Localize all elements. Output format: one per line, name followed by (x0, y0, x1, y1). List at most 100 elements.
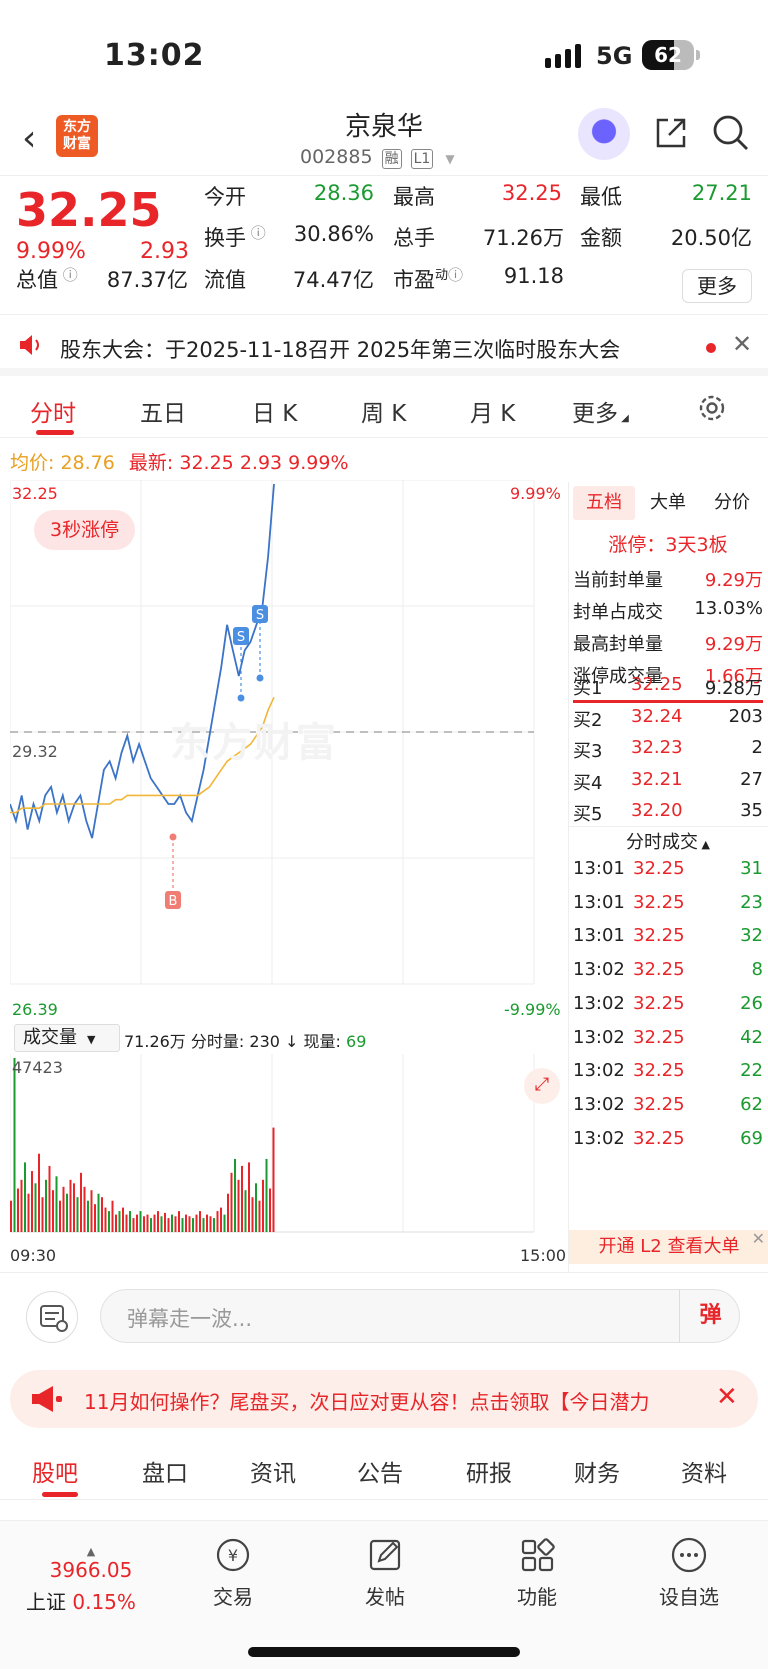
comment-menu-icon[interactable] (26, 1291, 78, 1343)
status-bar: 13:02 5G 62 (0, 0, 768, 100)
danmu-button[interactable]: 弹 (679, 1290, 741, 1342)
volume-bar (34, 1183, 37, 1232)
tab-big-orders[interactable]: 大单 (637, 486, 699, 520)
tab-profile[interactable]: 资料 (681, 1454, 727, 1488)
volume-bar (185, 1214, 187, 1232)
amount-value: 20.50亿 (670, 226, 752, 250)
tick-price: 32.25 (633, 1127, 685, 1149)
home-indicator (248, 1647, 520, 1657)
search-icon[interactable] (712, 114, 750, 152)
tab-pankou[interactable]: 盘口 (142, 1454, 188, 1488)
tick-time: 13:02 (573, 1127, 625, 1149)
tab-trade[interactable]: ¥ 交易 (188, 1535, 278, 1610)
tab-price-distribution[interactable]: 分价 (701, 486, 763, 520)
share-icon[interactable] (654, 116, 688, 150)
stock-code: 002885 (300, 146, 373, 168)
robot-icon[interactable] (578, 108, 630, 160)
pe-label[interactable]: 市盈动ⓘ (393, 264, 463, 294)
volume-bar (178, 1211, 180, 1232)
volume-bar (108, 1211, 110, 1232)
mcap-label[interactable]: 总值 ⓘ (16, 264, 78, 294)
expand-icon[interactable]: ⤢ (524, 1068, 560, 1104)
promo-banner[interactable]: 11月如何操作？尾盘买，次日应对更从容！点击领取【今日潜力 ✕ (10, 1370, 758, 1428)
volume-bar (255, 1183, 257, 1232)
volume-bar (188, 1216, 191, 1232)
volume-bar (234, 1158, 236, 1232)
tick-time: 13:01 (573, 925, 625, 947)
volume-bar (181, 1218, 184, 1232)
volume-bar (10, 1200, 12, 1232)
close-icon[interactable]: ✕ (732, 330, 752, 358)
volume-bar (248, 1162, 250, 1232)
tab-five-levels[interactable]: 五档 (573, 486, 635, 520)
open-l2-banner[interactable]: 开通 L2 查看大单 ✕ (569, 1229, 768, 1264)
bid-qty: 9.28万 (704, 678, 763, 699)
danmu-input[interactable]: 弹幕走一波... 弹 (100, 1289, 740, 1343)
index-ticker[interactable]: ▲ 3966.05 上证 0.15% (26, 1545, 156, 1615)
tick-qty: 32 (740, 925, 763, 947)
tick-price: 32.25 (633, 1026, 685, 1048)
ticks-title[interactable]: 分时成交 ▲ (573, 828, 763, 854)
turnover-label[interactable]: 换手 ⓘ (204, 222, 266, 252)
tick-qty: 62 (740, 1093, 763, 1115)
tab-research[interactable]: 研报 (466, 1454, 512, 1488)
limit-up-badge[interactable]: 3秒涨停 (34, 510, 136, 550)
buy-marker-point (169, 833, 177, 841)
axis-mid-price: 29.32 (12, 742, 58, 761)
volume-bar (73, 1183, 75, 1232)
tab-more[interactable]: 更多 ◢ (572, 394, 629, 428)
volume-bar (104, 1207, 107, 1232)
index-value: 3966.05 (49, 1558, 133, 1582)
volume-bar (27, 1193, 30, 1232)
bid-qty: 27 (740, 768, 763, 790)
volume-bar (146, 1214, 149, 1232)
tab-finance[interactable]: 财务 (574, 1454, 620, 1488)
tab-guba[interactable]: 股吧 (32, 1454, 78, 1488)
speaker-icon (20, 335, 39, 355)
bid-price: 32.24 (631, 705, 683, 727)
stock-code-row[interactable]: 002885 融 L1 ▼ (300, 146, 455, 169)
sell-marker-point (256, 674, 264, 682)
turnover-value: 30.86% (293, 222, 374, 246)
volume-bar (139, 1211, 142, 1232)
more-button[interactable]: 更多 (682, 269, 752, 303)
float-value: 74.47亿 (292, 268, 374, 292)
tick-qty: 42 (740, 1026, 763, 1048)
volume-bar (209, 1216, 212, 1232)
tab-news[interactable]: 资讯 (250, 1454, 296, 1488)
tick-price: 32.25 (633, 925, 685, 947)
low-value: 27.21 (691, 181, 752, 205)
settings-gear-icon[interactable] (696, 392, 728, 424)
tab-weekly-k[interactable]: 周 K (361, 394, 406, 428)
info-icon: ⓘ (246, 224, 266, 242)
volume-bar (157, 1211, 159, 1232)
volume-bar (80, 1172, 82, 1232)
last-price: 32.25 (16, 183, 162, 237)
notice-bar[interactable]: 股东大会：于2025-11-18召开 2025年第三次临时股东大会 ✕ (0, 316, 768, 376)
tab-announcements[interactable]: 公告 (357, 1454, 403, 1488)
tick-qty: 69 (740, 1127, 763, 1149)
quote-panel: 32.25 9.99% 2.93 今开 28.36 最高 32.25 最低 27… (0, 177, 768, 315)
tab-post[interactable]: 发帖 (340, 1535, 430, 1610)
tick-time: 13:01 (573, 858, 625, 879)
tab-5day[interactable]: 五日 (140, 394, 186, 428)
svg-text:¥: ¥ (228, 1546, 238, 1565)
volume-bar (199, 1211, 201, 1232)
divider (569, 826, 768, 827)
up-arrow-icon: ▲ (86, 1545, 96, 1558)
volume-bar (118, 1211, 121, 1232)
tab-intraday[interactable]: 分时 (30, 394, 76, 428)
tab-add-watchlist[interactable]: 设自选 (644, 1535, 734, 1610)
stat-value: 9.29万 (704, 634, 763, 655)
close-icon[interactable]: ✕ (716, 1382, 738, 1412)
close-icon[interactable]: ✕ (752, 1222, 765, 1256)
volume-indicator-select[interactable]: 成交量 ▼ (14, 1024, 120, 1052)
volume-chart[interactable]: 成交量 ▼ 71.26万 分时量: 230 ↓ 现量: 69 47423 ⤢ 09… (10, 1024, 568, 1265)
stat-label: 封单占成交 (573, 602, 663, 623)
tab-functions[interactable]: 功能 (492, 1535, 582, 1610)
tick-time: 13:01 (573, 891, 625, 913)
tab-monthly-k[interactable]: 月 K (470, 394, 515, 428)
intraday-chart[interactable]: SSB 32.25 9.99% 29.32 26.39 -9.99% 3秒涨停 … (10, 480, 568, 1020)
sell-marker-point (237, 694, 245, 702)
tab-daily-k[interactable]: 日 K (252, 394, 297, 428)
